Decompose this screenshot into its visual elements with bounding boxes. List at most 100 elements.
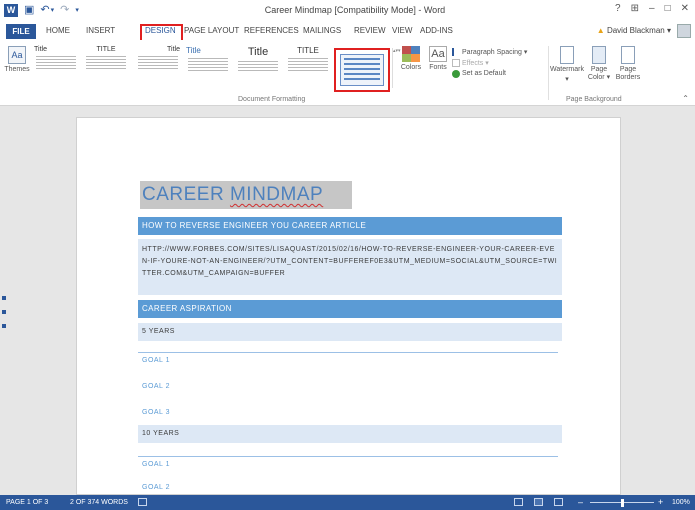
word-count[interactable]: 2 OF 374 WORDS	[70, 499, 128, 506]
style-set-thumb[interactable]: TITLE	[286, 46, 330, 86]
goal-item[interactable]: GOAL 2	[142, 484, 170, 491]
margin-marks	[2, 296, 8, 338]
thumb-lines	[186, 58, 230, 71]
style-set-thumb[interactable]: Title	[186, 46, 230, 86]
title-bar: W ▣ ↶ ▾ ↷ ▾ Career Mindmap [Compatibilit…	[0, 0, 695, 22]
thumb-title: TITLE	[96, 46, 116, 53]
tab-view[interactable]: VIEW	[392, 26, 412, 35]
restore-button[interactable]: □	[665, 3, 671, 14]
selected-style-set-thumb[interactable]	[334, 48, 390, 92]
zoom-out-button[interactable]: –	[578, 497, 583, 507]
paragraph-spacing-icon	[452, 47, 460, 56]
document-title[interactable]: CAREER MINDMAP	[140, 181, 352, 209]
ten-years-row[interactable]: 10 YEARS	[138, 425, 562, 443]
page-borders-label: Page Borders	[615, 66, 641, 81]
effects-button[interactable]: Effects ▾	[452, 57, 546, 68]
print-layout-icon[interactable]	[534, 498, 543, 506]
five-years-row[interactable]: 5 YEARS	[138, 323, 562, 341]
avatar[interactable]	[677, 24, 691, 38]
style-set-gallery: Title TITLE Title Title Title TITLE	[34, 46, 382, 90]
title-word-mindmap: MINDMAP	[229, 184, 324, 205]
tab-add-ins[interactable]: ADD-INS	[420, 26, 453, 35]
goal-item[interactable]: GOAL 2	[142, 383, 170, 390]
paragraph-spacing-label: Paragraph Spacing ▾	[462, 48, 528, 56]
zoom-level[interactable]: 100%	[672, 499, 690, 506]
color-swatch	[411, 46, 420, 54]
colors-icon	[402, 46, 420, 62]
page-color-button[interactable]: Page Color ▾	[584, 46, 614, 82]
zoom-in-button[interactable]: +	[658, 497, 663, 507]
user-chevron-icon: ▾	[666, 26, 671, 35]
undo-icon[interactable]: ↶	[40, 4, 49, 17]
read-mode-icon[interactable]	[514, 498, 523, 506]
themes-button[interactable]: Aa Themes	[4, 46, 30, 73]
user-account[interactable]: ▲ David Blackman ▾	[597, 26, 671, 35]
collapse-ribbon-icon[interactable]: ⌃	[682, 94, 689, 103]
help-button[interactable]: ?	[615, 3, 621, 14]
proofing-icon[interactable]	[138, 498, 147, 506]
tab-insert[interactable]: INSERT	[86, 26, 115, 35]
page-count[interactable]: PAGE 1 OF 3	[6, 499, 48, 506]
style-set-thumb[interactable]: TITLE	[84, 46, 128, 86]
heading-article[interactable]: HOW TO REVERSE ENGINEER YOU CAREER ARTIC…	[138, 217, 562, 235]
window-controls: ? ⊞ – □ ✕	[615, 3, 689, 14]
goal-item[interactable]: GOAL 1	[142, 357, 170, 364]
heading-career-aspiration[interactable]: CAREER ASPIRATION	[138, 300, 562, 318]
thumb-lines	[286, 58, 330, 71]
ribbon-display-options-button[interactable]: ⊞	[631, 3, 639, 14]
colors-button[interactable]: Colors	[398, 46, 424, 71]
tab-file[interactable]: FILE	[6, 24, 36, 39]
thumb-title: Title	[34, 46, 47, 53]
page-color-icon	[592, 46, 606, 64]
status-bar: PAGE 1 OF 3 2 OF 374 WORDS – + 100%	[0, 495, 695, 510]
user-name: David Blackman	[606, 26, 665, 35]
checkmark-icon	[452, 69, 460, 78]
fonts-button[interactable]: Aa Fonts	[426, 46, 450, 71]
thumb-lines	[136, 56, 180, 69]
page-background-group-label: Page Background	[566, 96, 622, 103]
zoom-slider-thumb[interactable]	[621, 499, 624, 507]
selected-thumb-preview	[340, 54, 384, 86]
word-logo-icon[interactable]: W	[4, 4, 18, 17]
page-color-label: Page Color ▾	[587, 66, 611, 81]
style-set-thumb[interactable]: Title	[236, 46, 280, 86]
tab-mailings[interactable]: MAILINGS	[303, 26, 341, 35]
effects-icon	[452, 58, 460, 67]
style-set-thumb[interactable]: Title	[34, 46, 78, 86]
quick-access-toolbar: W ▣ ↶ ▾ ↷ ▾	[4, 4, 79, 17]
set-as-default-button[interactable]: Set as Default	[452, 68, 546, 79]
goal-item[interactable]: GOAL 1	[142, 461, 170, 468]
page-borders-icon	[621, 46, 635, 64]
redo-icon[interactable]: ↷	[60, 4, 69, 17]
color-swatch	[411, 54, 420, 62]
goal-item[interactable]: GOAL 3	[142, 409, 170, 416]
thumb-lines	[236, 61, 280, 71]
customize-qat-icon[interactable]: ▾	[75, 4, 79, 17]
tab-page-layout[interactable]: PAGE LAYOUT	[184, 26, 239, 35]
thumb-title: TITLE	[297, 46, 319, 55]
thumb-title: Title	[186, 46, 201, 55]
watermark-chevron-icon: ▾	[565, 76, 569, 83]
tab-references[interactable]: REFERENCES	[244, 26, 299, 35]
paragraph-options: Paragraph Spacing ▾ Effects ▾ Set as Def…	[452, 46, 546, 79]
undo-dropdown-icon[interactable]: ▾	[51, 4, 55, 17]
divider-line	[138, 352, 558, 353]
watermark-label: Watermark	[550, 66, 584, 73]
thumb-title: Title	[247, 46, 269, 58]
fonts-label: Fonts	[429, 64, 447, 71]
ribbon-tabs: FILE HOME INSERT DESIGN PAGE LAYOUT REFE…	[0, 22, 695, 40]
paragraph-spacing-button[interactable]: Paragraph Spacing ▾	[452, 46, 546, 57]
group-separator	[548, 46, 549, 100]
tab-review[interactable]: REVIEW	[354, 26, 386, 35]
page-borders-button[interactable]: Page Borders	[614, 46, 642, 82]
watermark-button[interactable]: Watermark ▾	[550, 46, 584, 83]
themes-label: Themes	[4, 66, 30, 73]
tab-home[interactable]: HOME	[46, 26, 70, 35]
minimize-button[interactable]: –	[649, 3, 655, 14]
article-url[interactable]: HTTP://WWW.FORBES.COM/SITES/LISAQUAST/20…	[138, 239, 562, 295]
close-button[interactable]: ✕	[681, 3, 689, 14]
web-layout-icon[interactable]	[554, 498, 563, 506]
style-set-thumb[interactable]: Title	[136, 46, 180, 86]
save-icon[interactable]: ▣	[24, 4, 34, 17]
color-swatch	[402, 46, 411, 54]
